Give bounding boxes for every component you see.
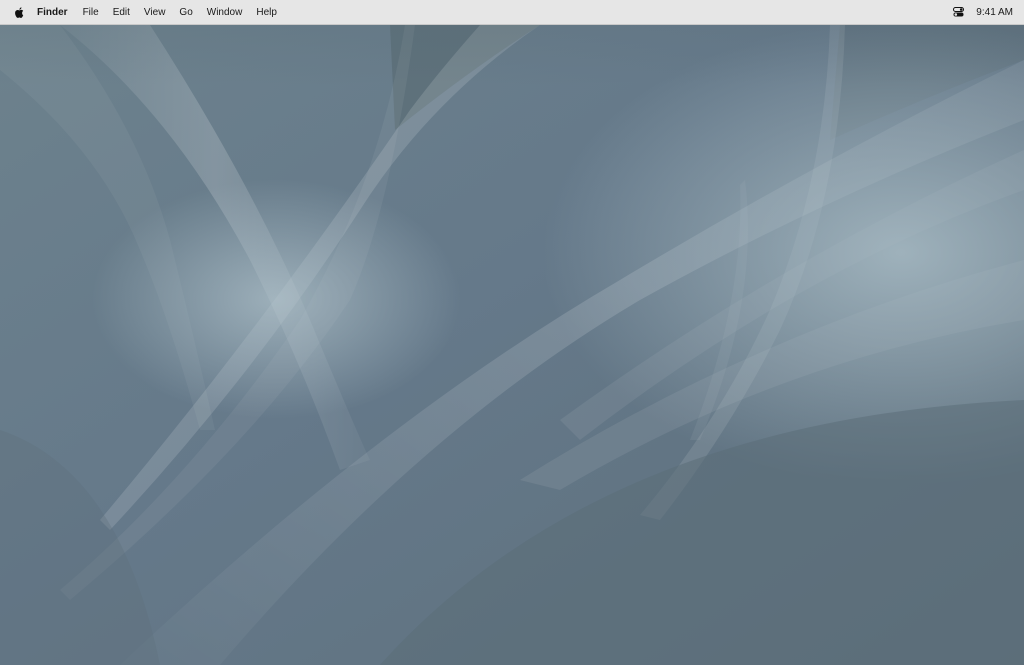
desktop[interactable]: Finder File Edit View Go Window Help 9:4… [0, 0, 1024, 665]
menu-go[interactable]: Go [172, 0, 199, 24]
menu-bar-left: Finder File Edit View Go Window Help [0, 0, 284, 24]
menu-bar: Finder File Edit View Go Window Help 9:4… [0, 0, 1024, 25]
menu-edit[interactable]: Edit [106, 0, 137, 24]
menu-app-name[interactable]: Finder [37, 0, 76, 24]
menu-window[interactable]: Window [200, 0, 250, 24]
menu-help[interactable]: Help [249, 0, 284, 24]
menu-file[interactable]: File [76, 0, 106, 24]
menu-bar-right: 9:41 AM [952, 0, 1024, 24]
menu-view[interactable]: View [137, 0, 173, 24]
control-center-icon[interactable] [952, 6, 964, 18]
apple-logo-icon[interactable] [12, 5, 24, 19]
menu-bar-clock[interactable]: 9:41 AM [976, 7, 1013, 18]
desktop-wallpaper [0, 0, 1024, 665]
